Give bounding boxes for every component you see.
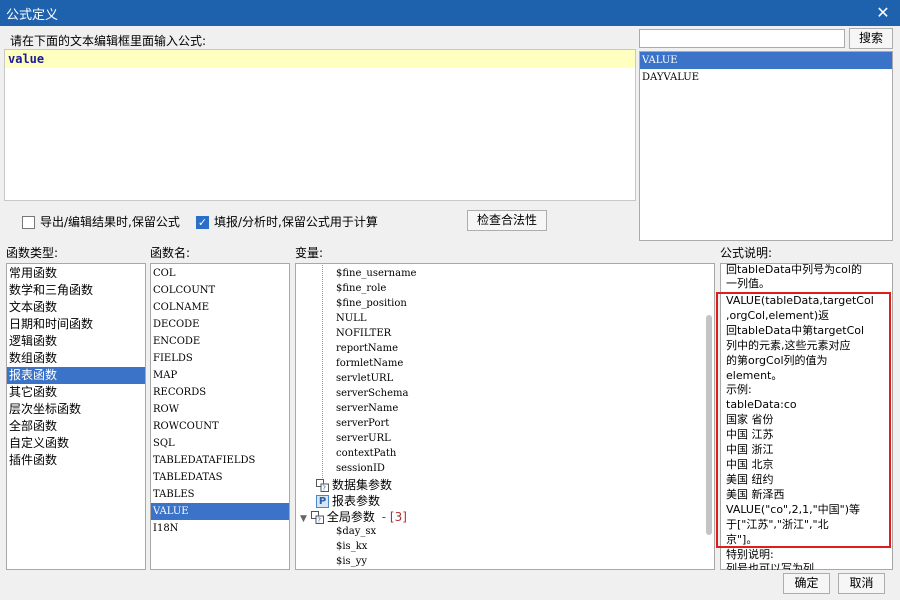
function-item[interactable]: RECORDS [151, 384, 289, 401]
variable-item[interactable]: contextPath [336, 446, 416, 461]
svg-text:?: ? [317, 517, 321, 525]
tree-connector-line [322, 265, 323, 488]
category-item[interactable]: 数组函数 [7, 350, 145, 367]
description-line: 特别说明: [726, 548, 774, 561]
function-item[interactable]: MAP [151, 367, 289, 384]
variable-item[interactable]: reportName [336, 341, 416, 356]
variable-scrollbar[interactable] [706, 315, 712, 535]
function-item[interactable]: DECODE [151, 316, 289, 333]
dataset-params-icon: ? [316, 479, 329, 492]
variable-item[interactable]: serverSchema [336, 386, 416, 401]
variable-item[interactable]: $is_kx [336, 539, 376, 554]
category-item[interactable]: 自定义函数 [7, 435, 145, 452]
variable-item[interactable]: $fine_username [336, 266, 416, 281]
function-item[interactable]: COL [151, 265, 289, 282]
search-result-item[interactable]: DAYVALUE [640, 69, 892, 86]
variable-item[interactable]: NULL [336, 311, 416, 326]
function-item[interactable]: ROW [151, 401, 289, 418]
function-list[interactable]: COL COLCOUNT COLNAME DECODE ENCODE FIELD… [150, 263, 290, 570]
dataset-params-node[interactable]: ? 数据集参数 [316, 476, 392, 493]
keep-on-export-option[interactable]: 导出/编辑结果时,保留公式 [22, 213, 180, 230]
function-header: 函数名: [150, 246, 191, 260]
variable-item[interactable]: formletName [336, 356, 416, 371]
checkbox-checked-icon[interactable]: ✓ [196, 216, 209, 229]
category-item[interactable]: 数学和三角函数 [7, 282, 145, 299]
category-item[interactable]: 日期和时间函数 [7, 316, 145, 333]
function-item[interactable]: COLNAME [151, 299, 289, 316]
category-header: 函数类型: [6, 246, 59, 260]
category-item[interactable]: 全部函数 [7, 418, 145, 435]
variable-item[interactable]: serverPort [336, 416, 416, 431]
description-line: 列号也可以写为列 [726, 562, 814, 570]
global-params-children: $day_sx $is_kx $is_yy [336, 524, 376, 569]
cancel-button[interactable]: 取消 [838, 573, 885, 594]
search-input[interactable] [639, 29, 845, 48]
function-item[interactable]: ENCODE [151, 333, 289, 350]
variable-item[interactable]: $fine_position [336, 296, 416, 311]
variable-item[interactable]: serverName [336, 401, 416, 416]
window-title: 公式定义 [6, 7, 59, 23]
category-item[interactable]: 常用函数 [7, 265, 145, 282]
category-item[interactable]: 其它函数 [7, 384, 145, 401]
variable-item[interactable]: serverURL [336, 431, 416, 446]
variable-item[interactable]: $fine_role [336, 281, 416, 296]
category-item-selected[interactable]: 报表函数 [7, 367, 145, 384]
search-button[interactable]: 搜索 [849, 28, 893, 49]
global-params-count: - [3] [381, 510, 407, 524]
function-item[interactable]: ROWCOUNT [151, 418, 289, 435]
category-item[interactable]: 层次坐标函数 [7, 401, 145, 418]
category-list[interactable]: 常用函数 数学和三角函数 文本函数 日期和时间函数 逻辑函数 数组函数 报表函数… [6, 263, 146, 570]
close-icon[interactable]: ✕ [872, 3, 894, 23]
checkbox-unchecked[interactable] [22, 216, 35, 229]
description-line: 回tableData中列号为col的 [726, 263, 862, 276]
search-results-list[interactable]: VALUE DAYVALUE [639, 51, 893, 241]
keep-on-export-label: 导出/编辑结果时,保留公式 [40, 215, 180, 229]
highlight-annotation-box [716, 292, 891, 548]
global-params-label: 全局参数 [326, 510, 375, 524]
check-validity-button[interactable]: 检查合法性 [467, 210, 547, 231]
dataset-params-label: 数据集参数 [332, 478, 393, 492]
function-item-selected[interactable]: VALUE [151, 503, 289, 520]
formula-editor[interactable]: value [4, 49, 636, 201]
report-params-label: 报表参数 [332, 494, 381, 508]
function-item[interactable]: SQL [151, 435, 289, 452]
chevron-down-icon[interactable]: ▼ [300, 514, 307, 524]
function-item[interactable]: TABLEDATAFIELDS [151, 452, 289, 469]
variable-item[interactable]: $is_yy [336, 554, 376, 569]
function-item[interactable]: TABLEDATAS [151, 469, 289, 486]
description-bottom-text: 特别说明: 列号也可以写为列 [726, 548, 814, 570]
variable-item[interactable]: servletURL [336, 371, 416, 386]
function-item[interactable]: TABLES [151, 486, 289, 503]
report-params-node[interactable]: P 报表参数 [316, 492, 380, 509]
keep-on-fill-option[interactable]: ✓ 填报/分析时,保留公式用于计算 [196, 213, 378, 230]
svg-text:?: ? [322, 485, 326, 493]
global-params-node[interactable]: ▼? 全局参数 - [3] [300, 508, 407, 525]
global-params-icon: ? [310, 511, 324, 525]
keep-on-fill-label: 填报/分析时,保留公式用于计算 [214, 215, 378, 229]
variable-params-group: $fine_username $fine_role $fine_position… [336, 266, 416, 476]
description-line: 一列值。 [726, 277, 770, 290]
description-top-text: 回tableData中列号为col的 一列值。 [726, 263, 862, 291]
formula-text[interactable]: value [5, 50, 635, 68]
variable-item[interactable]: NOFILTER [336, 326, 416, 341]
variable-item[interactable]: sessionID [336, 461, 416, 476]
variable-header: 变量: [295, 246, 324, 260]
function-item[interactable]: I18N [151, 520, 289, 537]
variable-item[interactable]: $day_sx [336, 524, 376, 539]
editor-prompt: 请在下面的文本编辑框里面输入公式: [10, 34, 207, 48]
search-result-item[interactable]: VALUE [640, 52, 892, 69]
category-item[interactable]: 插件函数 [7, 452, 145, 469]
function-item[interactable]: COLCOUNT [151, 282, 289, 299]
ok-button[interactable]: 确定 [783, 573, 830, 594]
title-bar: 公式定义 ✕ [0, 0, 900, 26]
description-header: 公式说明: [720, 246, 773, 260]
category-item[interactable]: 文本函数 [7, 299, 145, 316]
function-item[interactable]: FIELDS [151, 350, 289, 367]
parameter-p-icon: P [316, 495, 329, 508]
category-item[interactable]: 逻辑函数 [7, 333, 145, 350]
